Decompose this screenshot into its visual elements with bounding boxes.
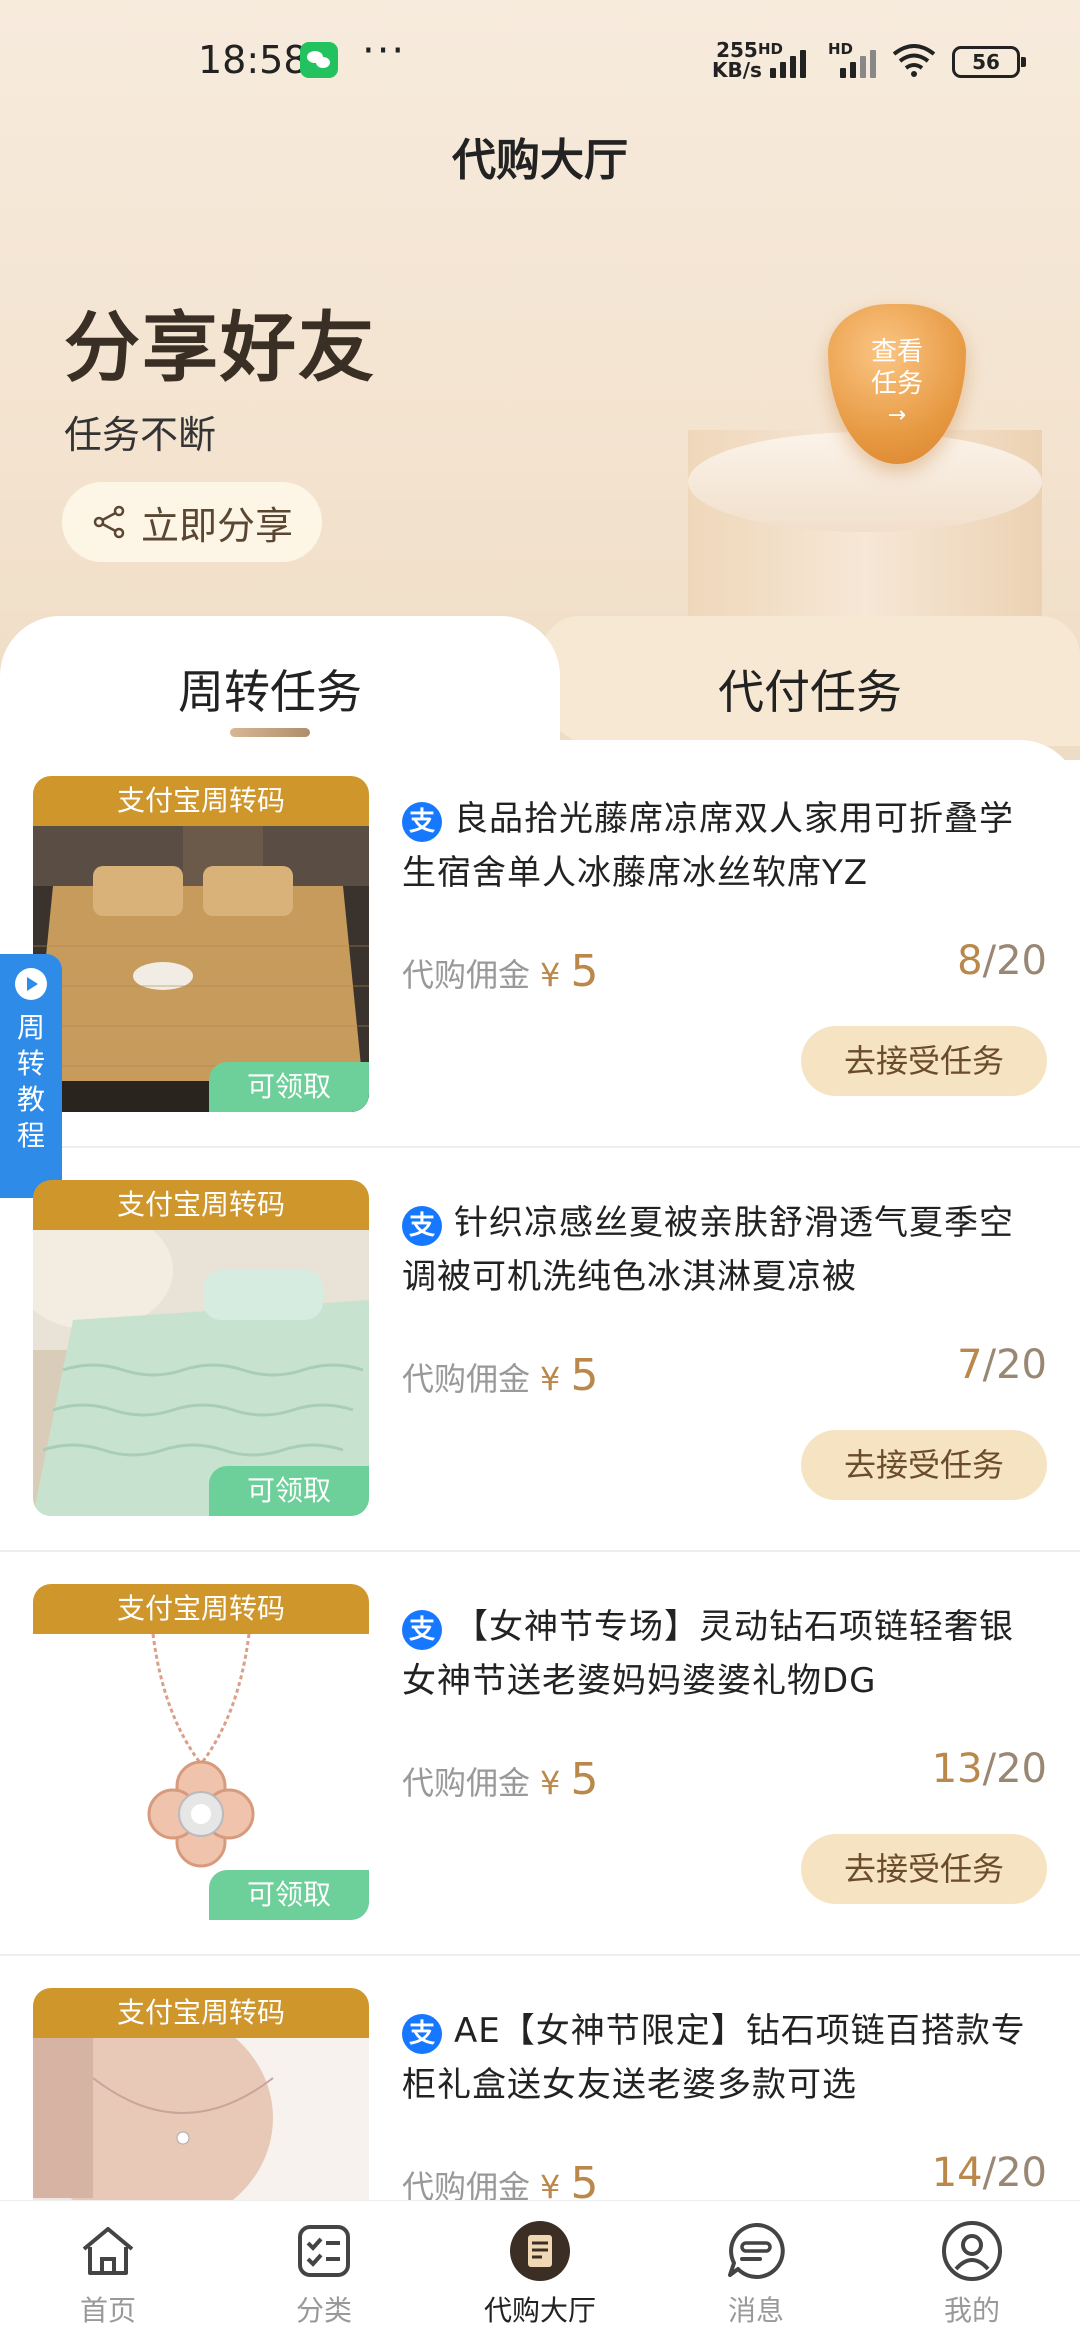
commission-value: 5 (570, 1754, 599, 1805)
accept-task-button[interactable]: 去接受任务 (801, 1026, 1047, 1096)
side-tab-char: 周 (16, 1011, 45, 1044)
currency-symbol: ¥ (540, 956, 561, 994)
nav-label: 消息 (727, 2294, 784, 2327)
status-time: 18:58 (198, 38, 308, 82)
hall-icon (510, 2221, 570, 2281)
progress-total: /20 (982, 1746, 1047, 1792)
alipay-turnover-badge: 支付宝周转码 (33, 1988, 369, 2038)
nav-category[interactable]: 分类 (216, 2201, 432, 2340)
currency-symbol: ¥ (540, 1360, 561, 1398)
signal-icon (770, 46, 806, 78)
task-title: 良品拾光藤席凉席双人家用可折叠学生宿舍单人冰藤席冰丝软席YZ (402, 799, 1014, 893)
status-bar: 18:58 ··· 255 KB/s HD HD 56 (0, 0, 1080, 120)
network-speed-unit: KB/s (712, 58, 762, 82)
side-tab-char: 程 (16, 1119, 45, 1152)
task-card[interactable]: 支付宝周转码 可领取 支 良品拾光藤席凉席双人家用可折叠学生宿舍单人冰藤席冰丝软… (0, 744, 1080, 1148)
share-icon (93, 505, 125, 539)
commission-label: 代购佣金 (402, 1360, 531, 1398)
commission-value: 5 (570, 1350, 599, 1401)
task-progress: 13/20 (932, 1746, 1047, 1792)
bottom-navigation: 首页 分类 代购大厅 消息 我的 (0, 2200, 1080, 2340)
wechat-notification-icon (300, 42, 338, 78)
nav-messages[interactable]: 消息 (648, 2201, 864, 2340)
task-image: 支付宝周转码 可领取 (33, 1180, 369, 1516)
progress-done: 8 (957, 938, 983, 984)
task-title: 【女神节专场】灵动钻石项链轻奢银女神节送老婆妈妈婆婆礼物DG (402, 1607, 1014, 1701)
tab-active-indicator (230, 728, 310, 737)
badge-line-1: 查看 (870, 337, 923, 367)
nav-label: 首页 (79, 2294, 136, 2327)
task-progress: 8/20 (957, 938, 1047, 984)
nav-label: 代购大厅 (483, 2294, 596, 2327)
currency-symbol: ¥ (540, 1764, 561, 1802)
progress-done: 7 (957, 1342, 983, 1388)
share-button[interactable]: 立即分享 (62, 482, 322, 562)
claimable-badge: 可领取 (209, 1466, 369, 1516)
nav-profile[interactable]: 我的 (864, 2201, 1080, 2340)
commission: 代购佣金 ¥ 5 (402, 946, 599, 997)
progress-total: /20 (982, 938, 1047, 984)
task-image: 支付宝周转码 可领取 (33, 1584, 369, 1920)
side-tab-char: 教 (16, 1083, 45, 1116)
battery-indicator: 56 (952, 46, 1026, 78)
task-title: AE【女神节限定】钻石项链百搭款专柜礼盒送女友送老婆多款可选 (402, 2011, 1026, 2105)
task-image: 支付宝周转码 可领取 (33, 776, 369, 1112)
commission: 代购佣金 ¥ 5 (402, 1754, 599, 1805)
nav-label: 我的 (943, 2294, 1000, 2327)
commission-label: 代购佣金 (402, 1764, 531, 1802)
more-notifications-icon: ··· (362, 28, 407, 74)
commission-value: 5 (570, 946, 599, 997)
nav-home[interactable]: 首页 (0, 2201, 216, 2340)
turnover-tutorial-tab[interactable]: 周 转 教 程 (0, 954, 62, 1198)
accept-task-button[interactable]: 去接受任务 (801, 1430, 1047, 1500)
alipay-turnover-badge: 支付宝周转码 (33, 1180, 369, 1230)
task-title: 针织凉感丝夏被亲肤舒滑透气夏季空调被可机洗纯色冰淇淋夏凉被 (402, 1203, 1014, 1297)
progress-total: /20 (982, 2150, 1047, 2196)
network-speed-value: 255 (716, 38, 758, 62)
arrow-right-icon: → (887, 403, 907, 428)
nav-label: 分类 (295, 2294, 352, 2327)
hero-title: 分享好友 (64, 303, 376, 392)
tab-payment-tasks[interactable]: 代付任务 (540, 656, 1080, 722)
commission-label: 代购佣金 (402, 956, 531, 994)
page-title: 代购大厅 (452, 135, 628, 186)
network-speed: 255 KB/s (712, 40, 762, 80)
play-icon (15, 968, 47, 1000)
alipay-turnover-badge: 支付宝周转码 (33, 1584, 369, 1634)
task-card[interactable]: 支付宝周转码 可领取 支 【女神节专场】灵动钻石项链轻奢银女神节送老婆妈妈婆婆礼… (0, 1552, 1080, 1956)
badge-line-2: 任务 (870, 369, 923, 399)
hero-subtitle: 任务不断 (64, 413, 217, 457)
alipay-turnover-badge: 支付宝周转码 (33, 776, 369, 826)
task-image: 支付宝周转码 (33, 1988, 369, 2232)
tab-turnover-tasks[interactable]: 周转任务 (0, 656, 540, 722)
progress-done: 14 (931, 2150, 983, 2196)
signal-icon-2 (840, 46, 876, 78)
progress-done: 13 (931, 1746, 983, 1792)
message-icon (728, 2222, 785, 2279)
profile-icon (942, 2221, 1002, 2281)
claimable-badge: 可领取 (209, 1870, 369, 1920)
claimable-badge: 可领取 (209, 1062, 369, 1112)
category-icon (298, 2225, 350, 2277)
task-progress: 7/20 (957, 1342, 1047, 1388)
nav-purchase-hall[interactable]: 代购大厅 (432, 2201, 648, 2340)
task-progress: 14/20 (932, 2150, 1047, 2196)
side-tab-char: 转 (16, 1047, 45, 1080)
share-button-label: 立即分享 (140, 503, 293, 548)
progress-total: /20 (982, 1342, 1047, 1388)
accept-task-button[interactable]: 去接受任务 (801, 1834, 1047, 1904)
home-icon (82, 2227, 134, 2275)
wifi-icon (892, 44, 936, 77)
commission: 代购佣金 ¥ 5 (402, 1350, 599, 1401)
task-card[interactable]: 支付宝周转码 可领取 支 针织凉感丝夏被亲肤舒滑透气夏季空调被可机洗纯色冰淇淋夏… (0, 1148, 1080, 1552)
